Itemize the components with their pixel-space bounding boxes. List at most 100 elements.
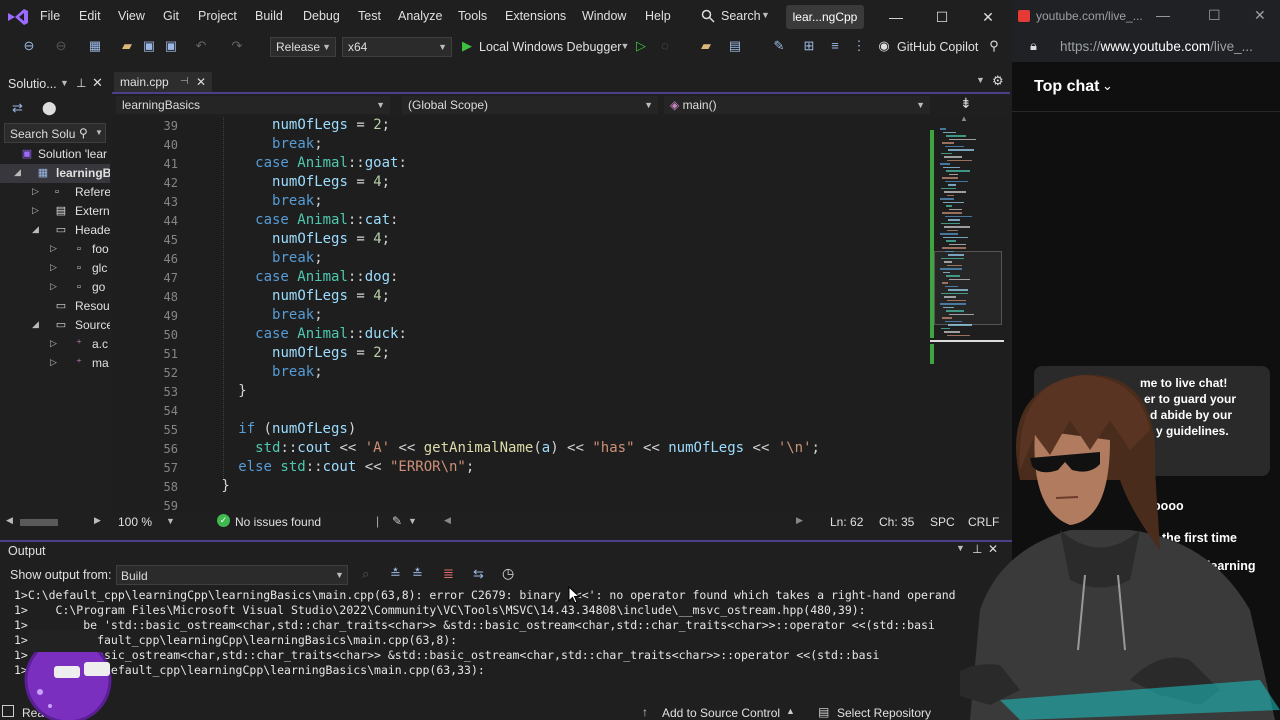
navigate-forward-icon[interactable]: ⊖ bbox=[52, 37, 70, 55]
scrollbar-thumb[interactable] bbox=[20, 519, 58, 526]
menu-debug[interactable]: Debug bbox=[303, 9, 340, 23]
find-message-icon[interactable]: ⌕ bbox=[362, 566, 369, 582]
start-debug-icon[interactable]: ▶ bbox=[458, 37, 476, 55]
code-cleanup-icon[interactable]: ✎ bbox=[392, 514, 402, 528]
start-without-debug-icon[interactable]: ▷ bbox=[632, 37, 650, 55]
live-share-icon[interactable]: ✎ bbox=[770, 37, 788, 55]
chevron-down-icon[interactable]: ▼ bbox=[60, 78, 69, 88]
gear-icon[interactable]: ⚙ bbox=[992, 73, 1004, 89]
minimize-icon[interactable]: — bbox=[1156, 7, 1170, 23]
solution-name-tab[interactable]: lear...ngCpp bbox=[786, 5, 864, 29]
home-icon[interactable]: ⬤ bbox=[42, 100, 57, 116]
menu-test[interactable]: Test bbox=[358, 9, 381, 23]
clock-icon[interactable]: ◷ bbox=[502, 565, 514, 582]
browse-folder-icon[interactable]: ▰ bbox=[697, 37, 715, 55]
close-icon[interactable]: ✕ bbox=[196, 72, 206, 92]
chevron-down-icon[interactable]: ▼ bbox=[408, 516, 417, 526]
comment-icon[interactable]: ⊞ bbox=[800, 37, 818, 55]
tree-item-headers[interactable]: ◢ ▭ Heade bbox=[0, 221, 110, 240]
new-project-icon[interactable]: ▦ bbox=[86, 37, 104, 55]
word-wrap-icon[interactable]: ⇆ bbox=[473, 566, 484, 582]
save-icon[interactable]: ▣ bbox=[140, 37, 158, 55]
tree-item-cpp-file[interactable]: ▷ ⁺ ma bbox=[0, 354, 110, 373]
tree-item-project[interactable]: ◢ ▦ learningB bbox=[0, 164, 110, 183]
output-source-select[interactable]: Build ▼ bbox=[116, 565, 348, 585]
menu-extensions[interactable]: Extensions bbox=[505, 9, 566, 23]
whitespace-mode[interactable]: SPC bbox=[930, 515, 955, 529]
copilot-icon[interactable]: ◉ bbox=[875, 37, 893, 55]
navigate-back-icon[interactable]: ⊖ bbox=[20, 37, 38, 55]
pin-icon[interactable]: ⊣ bbox=[180, 72, 189, 92]
menu-file[interactable]: File bbox=[40, 9, 60, 23]
configuration-select[interactable]: Release ▼ bbox=[270, 37, 336, 57]
expand-icon[interactable]: ◢ bbox=[32, 224, 39, 235]
close-icon[interactable]: ✕ bbox=[92, 75, 103, 91]
tree-item-header-file[interactable]: ▷ ▫ go bbox=[0, 278, 110, 297]
chevron-down-icon[interactable]: ▼ bbox=[976, 75, 985, 85]
copilot-label[interactable]: GitHub Copilot bbox=[897, 40, 978, 54]
column-number[interactable]: Ch: 35 bbox=[879, 515, 914, 529]
collapse-icon[interactable]: ▷ bbox=[50, 357, 57, 368]
menu-git[interactable]: Git bbox=[163, 9, 179, 23]
clear-all-icon[interactable]: ≣ bbox=[443, 566, 454, 582]
menu-project[interactable]: Project bbox=[198, 9, 237, 23]
scroll-up-icon[interactable]: ▲ bbox=[960, 114, 968, 123]
redo-icon[interactable]: ↷ bbox=[228, 37, 246, 55]
debugger-label[interactable]: Local Windows Debugger bbox=[479, 40, 621, 54]
solution-search-input[interactable]: Search Solu ⚲ ▼ bbox=[4, 123, 106, 143]
tree-item-solution[interactable]: ▣ Solution 'lear bbox=[0, 145, 110, 164]
tree-item-references[interactable]: ▷ ▫ Refere bbox=[0, 183, 110, 202]
menu-tools[interactable]: Tools bbox=[458, 9, 487, 23]
menu-analyze[interactable]: Analyze bbox=[398, 9, 442, 23]
collapse-icon[interactable]: ▷ bbox=[32, 186, 39, 197]
select-repository[interactable]: Select Repository bbox=[837, 706, 931, 720]
pin-icon[interactable]: ⊥ bbox=[76, 76, 86, 90]
scroll-right-icon[interactable]: ▶ bbox=[94, 515, 101, 526]
split-icon[interactable]: ⇟ bbox=[960, 95, 972, 112]
line-number[interactable]: Ln: 62 bbox=[830, 515, 863, 529]
search-box[interactable]: Search ▼ bbox=[697, 6, 775, 28]
project-dropdown[interactable]: learningBasics ▼ bbox=[116, 96, 390, 114]
collapse-icon[interactable]: ▷ bbox=[50, 262, 57, 273]
scope-dropdown[interactable]: (Global Scope) ▼ bbox=[402, 96, 658, 114]
attach-icon[interactable]: ◌ bbox=[656, 37, 674, 55]
chevron-down-icon[interactable]: ▼ bbox=[166, 516, 175, 526]
expand-icon[interactable]: ◢ bbox=[32, 319, 39, 330]
undo-icon[interactable]: ↶ bbox=[192, 37, 210, 55]
top-chat-selector[interactable]: Top chat bbox=[1034, 78, 1099, 96]
menu-help[interactable]: Help bbox=[645, 9, 671, 23]
address-bar[interactable]: 🔒︎ https://www.youtube.com/live_... bbox=[1012, 34, 1280, 62]
scroll-left-icon[interactable]: ◀ bbox=[444, 515, 451, 526]
zoom-level[interactable]: 100 % bbox=[118, 515, 152, 529]
tree-item-source[interactable]: ◢ ▭ Source bbox=[0, 316, 110, 335]
prev-message-icon[interactable]: ≛ bbox=[390, 566, 401, 582]
platform-select[interactable]: x64 ▼ bbox=[342, 37, 452, 57]
scroll-left-icon[interactable]: ◀ bbox=[6, 515, 13, 526]
tree-item-cpp-file[interactable]: ▷ ⁺ a.c bbox=[0, 335, 110, 354]
menu-view[interactable]: View bbox=[118, 9, 145, 23]
expand-icon[interactable]: ◢ bbox=[14, 167, 21, 178]
feedback-icon[interactable]: ⚲ bbox=[985, 37, 1003, 55]
maximize-icon[interactable]: ☐ bbox=[1208, 7, 1221, 24]
uncomment-icon[interactable]: ≡ bbox=[826, 37, 844, 55]
collapse-icon[interactable]: ▷ bbox=[32, 205, 39, 216]
next-message-icon[interactable]: ≛ bbox=[412, 566, 423, 582]
menu-edit[interactable]: Edit bbox=[79, 9, 101, 23]
tree-item-header-file[interactable]: ▷ ▫ foo bbox=[0, 240, 110, 259]
add-source-control[interactable]: Add to Source Control bbox=[662, 706, 780, 720]
save-all-icon[interactable]: ▣ bbox=[162, 37, 180, 55]
maximize-icon[interactable]: ☐ bbox=[932, 7, 952, 27]
chevron-down-icon[interactable]: ⌄ bbox=[1102, 78, 1113, 94]
tab-main-cpp[interactable]: main.cpp ⊣ ✕ bbox=[114, 72, 212, 92]
layout-icon[interactable]: ▤ bbox=[726, 37, 744, 55]
open-folder-icon[interactable]: ▰ bbox=[118, 37, 136, 55]
scroll-right-icon[interactable]: ▶ bbox=[796, 515, 803, 526]
close-icon[interactable]: ✕ bbox=[1254, 7, 1266, 24]
chevron-up-icon[interactable]: ▲ bbox=[786, 706, 795, 716]
collapse-icon[interactable]: ▷ bbox=[50, 338, 57, 349]
function-dropdown[interactable]: ◈ main() ▼ bbox=[664, 96, 930, 114]
issues-status[interactable]: No issues found bbox=[235, 515, 321, 529]
tree-item-header-file[interactable]: ▷ ▫ glc bbox=[0, 259, 110, 278]
menu-build[interactable]: Build bbox=[255, 9, 283, 23]
tree-item-external[interactable]: ▷ ▤ Extern bbox=[0, 202, 110, 221]
